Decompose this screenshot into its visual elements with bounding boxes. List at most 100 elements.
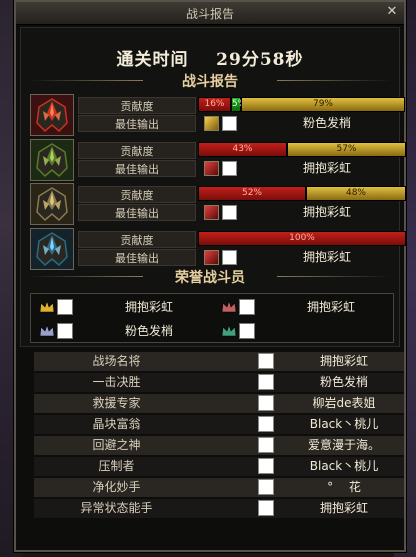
avatar [222,161,237,176]
award-row: 救援专家 柳岩de表姐 [34,394,404,413]
helmet-icon [31,229,73,269]
honor-member[interactable]: 拥抱彩虹 [39,296,219,318]
window-title: 战斗报告 [185,7,234,21]
avatar [258,500,274,516]
award-title: 净化妙手 [92,480,141,494]
award-title: 晶块富翁 [92,417,141,431]
avatar [222,205,237,220]
contribution-bars: 100% [198,231,406,246]
class-portrait [30,139,74,181]
player-row: 贡献度 最佳输出 16% 5% 79% 粉色发梢 [30,94,406,136]
clear-time-value: 29分58秒 [216,50,304,70]
contribution-bars: 16% 5% 79% [198,97,406,112]
avatar [258,479,274,495]
contribution-bars: 43% 57% [198,142,406,157]
weapon-icon [204,161,219,176]
player-row: 贡献度 最佳输出 52% 48% 拥抱彩虹 [30,183,406,225]
clear-time: 通关时间 29分58秒 [16,45,404,70]
helmet-icon [31,140,73,180]
award-title: 回避之神 [92,438,141,452]
award-player: Black丶桃儿 [309,459,379,473]
best-output-player: 粉色发梢 [302,116,351,130]
contribution-bar-segment: 79% [241,97,405,112]
best-output: 拥抱彩虹 [198,204,406,221]
award-title: 一击决胜 [92,375,141,389]
contribution-bar-segment: 16% [198,97,231,112]
award-title: 救援专家 [92,396,141,410]
best-output-player: 拥抱彩虹 [302,205,351,219]
contribution-label: 贡献度 [78,97,196,114]
award-row: 晶块富翁 Black丶桃儿 [34,415,404,434]
award-title: 战场名将 [92,354,141,368]
honor-member-name: 粉色发梢 [124,324,173,338]
contribution-bar-segment: 57% [287,142,406,157]
best-output-player: 拥抱彩虹 [302,250,351,264]
award-row: 净化妙手 ° 花 [34,478,404,497]
award-row: 战场名将 拥抱彩虹 [34,352,404,371]
best-output-label: 最佳输出 [78,115,196,132]
avatar [258,416,274,432]
class-portrait [30,183,74,225]
avatar [258,458,274,474]
weapon-icon [204,116,219,131]
avatar [258,395,274,411]
contribution-bar-segment: 43% [198,142,287,157]
contribution-label: 贡献度 [78,186,196,203]
contribution-bars: 52% 48% [198,186,406,201]
crown-icon [39,300,55,313]
best-output-player: 拥抱彩虹 [302,161,351,175]
honor-member[interactable]: 拥抱彩虹 [221,296,401,318]
close-icon[interactable]: ✕ [384,4,400,20]
divider [28,80,143,81]
award-row: 回避之神 爱意漫于海。 [34,436,404,455]
avatar [57,299,73,315]
avatar [222,250,237,265]
contribution-bar-segment: 48% [306,186,406,201]
avatar [258,437,274,453]
avatar [239,323,255,339]
report-section-header: 战斗报告 [22,71,398,90]
avatar [239,299,255,315]
crown-icon [221,324,237,337]
honor-member-name: 拥抱彩虹 [306,300,355,314]
clear-time-label: 通关时间 [116,50,189,70]
class-portrait [30,228,74,270]
contribution-bar-segment: 100% [198,231,406,246]
report-section-title: 战斗报告 [182,74,238,90]
crown-icon [39,324,55,337]
best-output-label: 最佳输出 [78,249,196,266]
award-row: 一击决胜 粉色发梢 [34,373,404,392]
crown-icon [221,300,237,313]
award-table: 战场名将 拥抱彩虹 一击决胜 粉色发梢 救援专家 柳岩de表姐 晶块富翁 Black丶… [34,352,404,520]
helmet-icon [31,95,73,135]
award-player: ° 花 [327,480,361,494]
avatar [258,353,274,369]
award-player: 柳岩de表姐 [312,396,376,410]
award-player: 拥抱彩虹 [319,354,368,368]
honor-members-box: 拥抱彩虹 拥抱彩虹 粉色发梢 [30,293,394,343]
best-output-label: 最佳输出 [78,204,196,221]
contribution-label: 贡献度 [78,142,196,159]
award-player: 拥抱彩虹 [319,501,368,515]
contribution-label: 贡献度 [78,231,196,248]
best-output: 拥抱彩虹 [198,160,406,177]
award-player: 粉色发梢 [319,375,368,389]
window-titlebar[interactable]: 战斗报告 ✕ [16,2,404,25]
divider [28,276,143,277]
best-output: 拥抱彩虹 [198,249,406,266]
contribution-bar-segment: 52% [198,186,306,201]
divider [277,80,392,81]
contribution-bar-segment: 5% [231,97,246,112]
award-player: Black丶桃儿 [309,417,379,431]
avatar [57,323,73,339]
weapon-icon [204,250,219,265]
avatar [222,116,237,131]
award-row: 压制者 Black丶桃儿 [34,457,404,476]
award-title: 异常状态能手 [80,501,153,515]
honor-member-name: 拥抱彩虹 [124,300,173,314]
player-row: 贡献度 最佳输出 100% 拥抱彩虹 [30,228,406,270]
honor-member[interactable]: 粉色发梢 [39,320,219,342]
weapon-icon [204,205,219,220]
honor-member[interactable] [221,320,401,342]
player-row: 贡献度 最佳输出 43% 57% 拥抱彩虹 [30,139,406,181]
